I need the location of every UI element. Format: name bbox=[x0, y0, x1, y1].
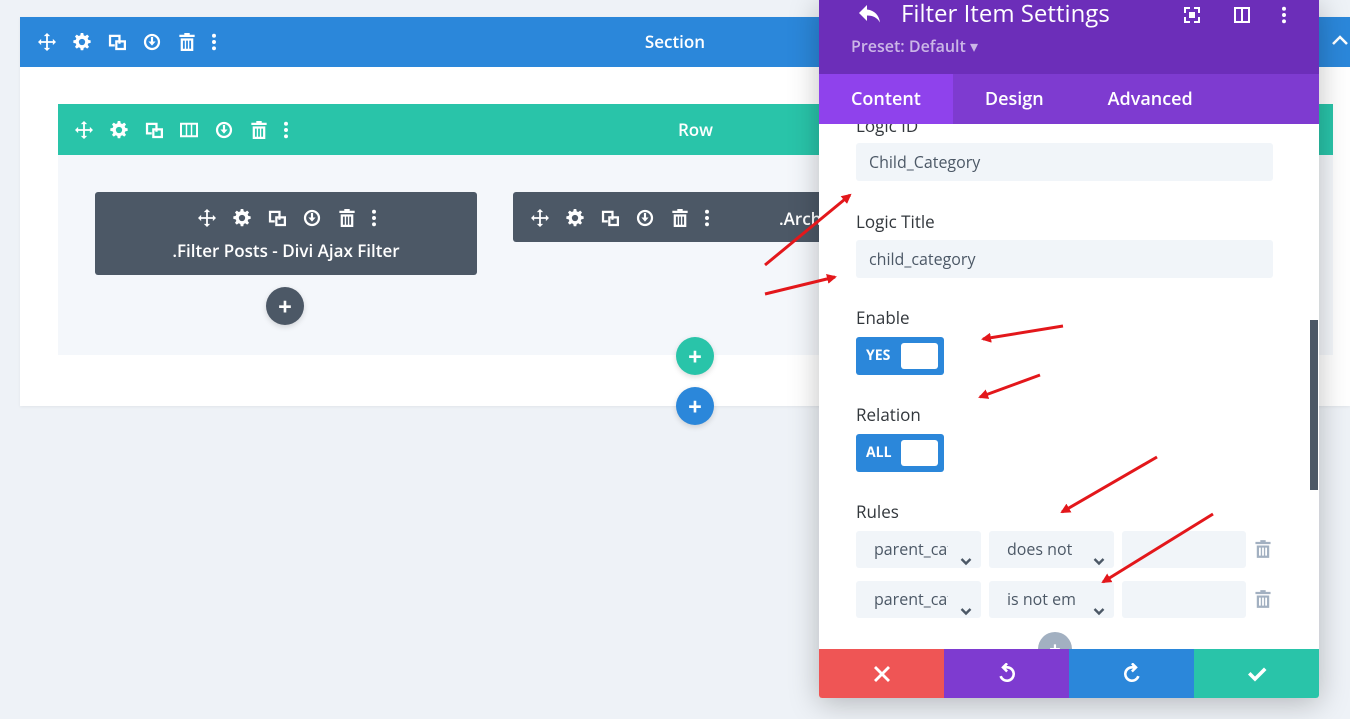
dots-icon[interactable] bbox=[276, 112, 296, 147]
check-icon bbox=[1247, 667, 1266, 681]
dots-icon[interactable] bbox=[364, 200, 384, 235]
move-icon[interactable] bbox=[66, 112, 101, 147]
trash-icon[interactable] bbox=[1255, 540, 1271, 558]
move-icon[interactable] bbox=[29, 25, 64, 60]
power-icon[interactable] bbox=[294, 200, 329, 235]
rule-operator-value: does not bbox=[1007, 538, 1073, 560]
back-icon[interactable] bbox=[857, 2, 883, 28]
undo-icon bbox=[998, 662, 1015, 682]
gear-icon[interactable] bbox=[224, 200, 259, 235]
module-title: .Arch bbox=[779, 207, 822, 230]
duplicate-icon[interactable] bbox=[99, 25, 134, 60]
power-icon[interactable] bbox=[134, 25, 169, 60]
trash-icon[interactable] bbox=[329, 200, 364, 235]
duplicate-icon[interactable] bbox=[592, 200, 627, 235]
chevron-down-icon bbox=[960, 543, 972, 566]
module-filter-posts[interactable]: .Filter Posts - Divi Ajax Filter bbox=[95, 192, 477, 275]
dots-icon[interactable] bbox=[697, 200, 717, 235]
logic-title-input[interactable]: child_category bbox=[856, 240, 1273, 278]
enable-toggle-text: YES bbox=[866, 346, 891, 365]
preset-selector[interactable]: Preset: Default ▾ bbox=[851, 35, 978, 57]
power-icon[interactable] bbox=[627, 200, 662, 235]
rule-value-input[interactable] bbox=[1122, 531, 1246, 568]
move-icon[interactable] bbox=[522, 200, 557, 235]
tab-design[interactable]: Design bbox=[953, 74, 1076, 124]
rule-field-value: parent_category bbox=[874, 538, 948, 560]
chevron-down-icon bbox=[1093, 543, 1105, 566]
modal-title: Filter Item Settings bbox=[901, 0, 1110, 30]
columns-icon[interactable] bbox=[171, 112, 206, 147]
toggle-knob bbox=[901, 343, 938, 369]
modal-header: Filter Item Settings Preset: Default ▾ bbox=[819, 0, 1319, 74]
rule-operator-value: is not em bbox=[1007, 588, 1076, 610]
cancel-button[interactable] bbox=[819, 649, 944, 698]
tab-content[interactable]: Content bbox=[819, 74, 953, 124]
scrollbar[interactable] bbox=[1310, 320, 1318, 490]
modal-content: Logic ID Child_Category Logic Title chil… bbox=[819, 124, 1319, 649]
logic-id-input[interactable]: Child_Category bbox=[856, 143, 1273, 181]
tab-advanced[interactable]: Advanced bbox=[1076, 74, 1225, 124]
dots-icon[interactable] bbox=[1273, 4, 1295, 26]
chevron-up-icon[interactable] bbox=[1330, 31, 1350, 53]
row-actions bbox=[66, 104, 296, 155]
modal-footer bbox=[819, 649, 1319, 698]
relation-toggle-text: ALL bbox=[866, 443, 892, 462]
trash-icon[interactable] bbox=[241, 112, 276, 147]
split-icon[interactable] bbox=[1231, 4, 1253, 26]
close-icon bbox=[873, 665, 890, 682]
trash-icon[interactable] bbox=[1255, 590, 1271, 608]
module-title: .Filter Posts - Divi Ajax Filter bbox=[172, 239, 400, 262]
modal-tabs: Content Design Advanced bbox=[819, 74, 1319, 124]
add-row-button[interactable]: + bbox=[676, 337, 714, 375]
move-icon[interactable] bbox=[189, 200, 224, 235]
rule-field-select[interactable]: parent_category bbox=[856, 531, 981, 568]
trash-icon[interactable] bbox=[662, 200, 697, 235]
gear-icon[interactable] bbox=[64, 25, 99, 60]
fullscreen-icon[interactable] bbox=[1181, 4, 1203, 26]
duplicate-icon[interactable] bbox=[136, 112, 171, 147]
rule-field-select[interactable]: parent_category bbox=[856, 581, 981, 618]
settings-modal: Filter Item Settings Preset: Default ▾ C… bbox=[819, 0, 1319, 698]
dots-icon[interactable] bbox=[204, 25, 224, 60]
toggle-knob bbox=[901, 440, 938, 466]
relation-toggle[interactable]: ALL bbox=[856, 434, 944, 472]
redo-button[interactable] bbox=[1069, 649, 1194, 698]
chevron-down-icon bbox=[960, 593, 972, 616]
logic-id-label: Logic ID bbox=[856, 124, 919, 137]
relation-label: Relation bbox=[856, 403, 921, 426]
redo-icon bbox=[1123, 662, 1140, 682]
gear-icon[interactable] bbox=[101, 112, 136, 147]
section-actions bbox=[29, 17, 224, 67]
add-module-button[interactable]: + bbox=[266, 287, 304, 325]
gear-icon[interactable] bbox=[557, 200, 592, 235]
rule-field-value: parent_category bbox=[874, 588, 948, 610]
undo-button[interactable] bbox=[944, 649, 1069, 698]
rule-operator-select[interactable]: does not bbox=[989, 531, 1114, 568]
duplicate-icon[interactable] bbox=[259, 200, 294, 235]
logic-title-label: Logic Title bbox=[856, 210, 935, 233]
rule-operator-select[interactable]: is not em bbox=[989, 581, 1114, 618]
add-rule-button[interactable]: + bbox=[1038, 632, 1072, 649]
chevron-down-icon bbox=[1093, 593, 1105, 616]
enable-toggle[interactable]: YES bbox=[856, 337, 944, 375]
add-section-button[interactable]: + bbox=[676, 387, 714, 425]
rules-label: Rules bbox=[856, 500, 899, 523]
module-archive[interactable]: .Arch bbox=[513, 192, 833, 242]
trash-icon[interactable] bbox=[169, 25, 204, 60]
module-actions bbox=[189, 200, 384, 235]
rule-value-input[interactable] bbox=[1122, 581, 1246, 618]
power-icon[interactable] bbox=[206, 112, 241, 147]
save-button[interactable] bbox=[1194, 649, 1319, 698]
module-actions bbox=[522, 200, 717, 235]
enable-label: Enable bbox=[856, 306, 910, 329]
